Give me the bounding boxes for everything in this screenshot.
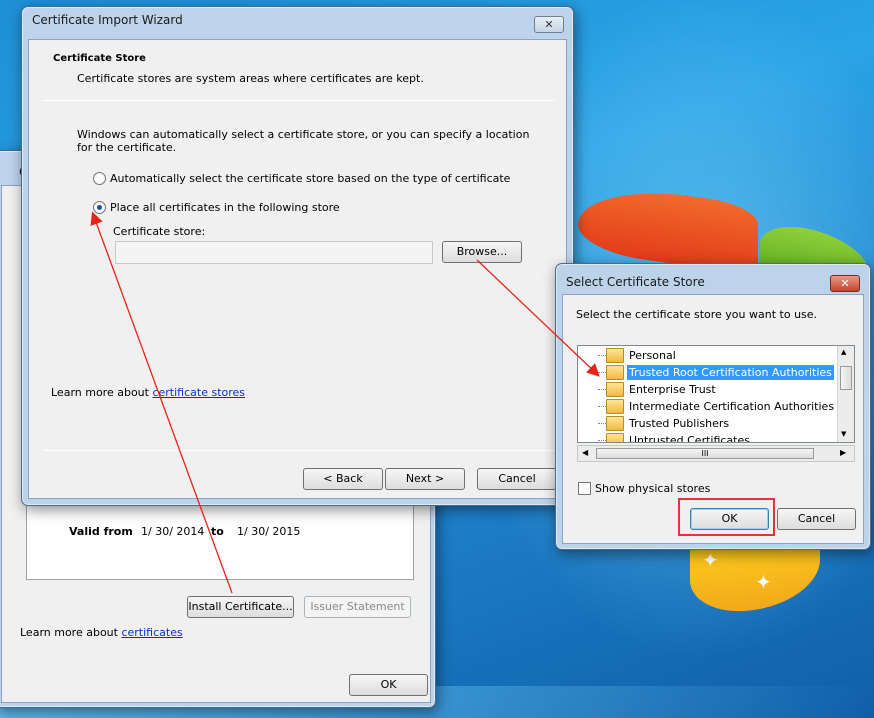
arrow-browse-to-trusted-root bbox=[476, 259, 600, 377]
annotation-overlay bbox=[90, 211, 775, 594]
ok-highlight-box bbox=[678, 498, 775, 536]
arrow-install-to-radio bbox=[90, 211, 233, 594]
